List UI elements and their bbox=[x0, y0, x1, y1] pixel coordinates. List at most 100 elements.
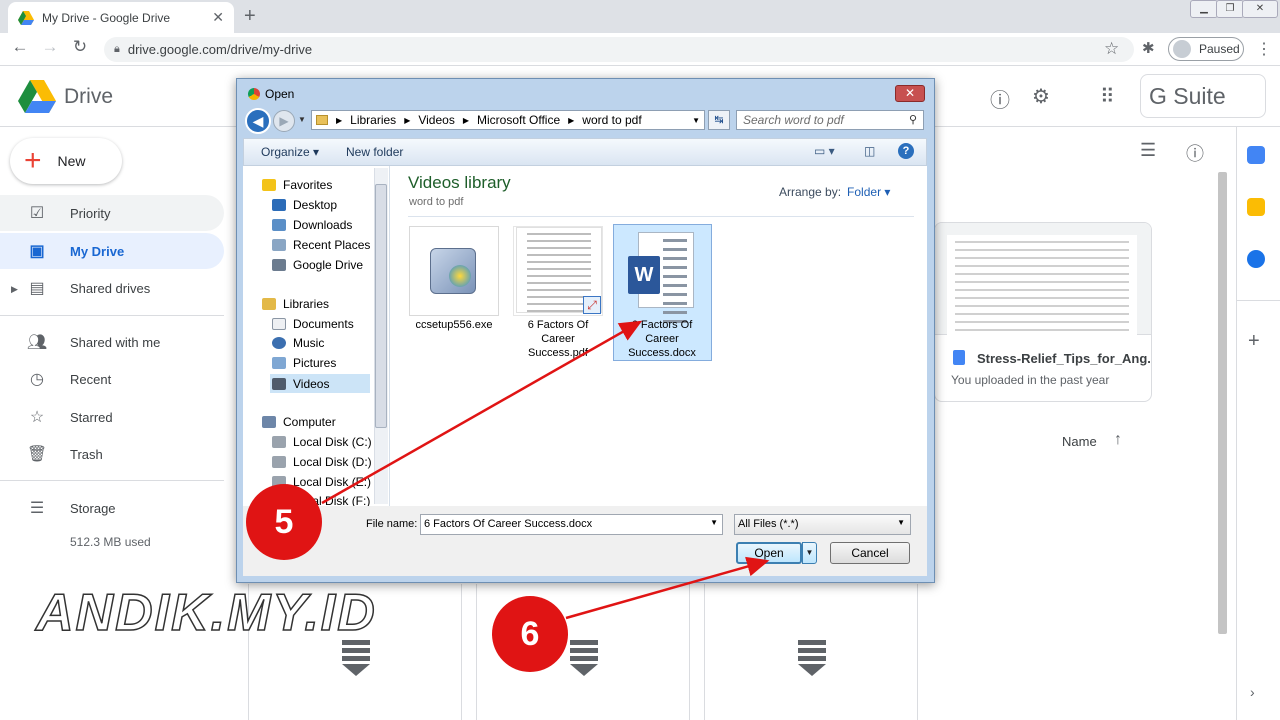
dialog-search-input[interactable]: Search word to pdf ⚲ bbox=[736, 110, 924, 130]
tasks-icon[interactable] bbox=[1247, 250, 1265, 268]
browser-menu-icon[interactable]: ⋮ bbox=[1256, 39, 1272, 59]
nav-downloads[interactable]: Downloads bbox=[272, 218, 352, 232]
cancel-button[interactable]: Cancel bbox=[830, 542, 910, 564]
my-drive-icon: ▣ bbox=[29, 243, 45, 260]
breadcrumb-item[interactable]: word to pdf bbox=[582, 113, 641, 127]
extensions-puzzle-icon[interactable]: ✱ bbox=[1142, 39, 1155, 57]
download-icon bbox=[570, 640, 598, 676]
search-placeholder: Search word to pdf bbox=[743, 113, 844, 127]
reload-icon[interactable]: ↻ bbox=[68, 37, 92, 57]
dialog-forward-icon[interactable]: ▶ bbox=[273, 110, 295, 132]
settings-gear-icon[interactable]: ⚙ bbox=[1032, 84, 1050, 109]
address-dropdown-icon[interactable]: ▼ bbox=[692, 116, 700, 125]
nav-local-disk-d[interactable]: Local Disk (D:) bbox=[272, 455, 372, 469]
list-view-icon[interactable]: ☰ bbox=[1140, 140, 1156, 161]
arrange-by[interactable]: Arrange by: Folder ▾ bbox=[779, 185, 890, 199]
nav-desktop[interactable]: Desktop bbox=[272, 198, 337, 212]
breadcrumb-item[interactable]: Videos bbox=[418, 113, 454, 127]
profile-status: Paused bbox=[1199, 42, 1240, 56]
avatar bbox=[1173, 40, 1191, 58]
sort-by-name[interactable]: Name bbox=[1062, 434, 1097, 449]
dialog-address-bar[interactable]: ▶ Libraries ▶ Videos ▶ Microsoft Office … bbox=[311, 110, 705, 130]
restore-button[interactable]: ❐ bbox=[1216, 0, 1244, 18]
search-icon[interactable]: ⚲ bbox=[909, 113, 917, 126]
profile-button[interactable]: Paused bbox=[1168, 37, 1244, 61]
nav-music[interactable]: Music bbox=[272, 336, 324, 350]
nav-favorites[interactable]: Favorites bbox=[262, 178, 332, 192]
forward-arrow-icon[interactable]: → bbox=[38, 37, 62, 57]
storage-label: Storage bbox=[70, 500, 116, 516]
nav-pictures[interactable]: Pictures bbox=[272, 356, 336, 370]
sort-up-arrow-icon[interactable]: ↑ bbox=[1114, 431, 1122, 449]
sidebar-item-trash[interactable]: 🗑︎ Trash bbox=[0, 436, 224, 472]
sidebar-item-recent[interactable]: ◷ Recent bbox=[0, 361, 224, 397]
main-scrollbar[interactable] bbox=[1218, 172, 1227, 634]
open-split-dropdown-icon[interactable]: ▼ bbox=[802, 542, 817, 564]
info-icon[interactable]: ⓘ bbox=[1186, 140, 1204, 166]
back-arrow-icon[interactable]: ← bbox=[8, 37, 32, 57]
expand-panel-chevron-icon[interactable]: › bbox=[1250, 684, 1255, 700]
storage-used-text: 512.3 MB used bbox=[70, 535, 151, 549]
chevron-down-icon: ▼ bbox=[897, 518, 905, 527]
nav-computer[interactable]: Computer bbox=[262, 415, 336, 429]
url-text: drive.google.com/drive/my-drive bbox=[127, 42, 313, 57]
sidebar-item-my-drive[interactable]: ▣ My Drive bbox=[0, 233, 224, 269]
sidebar-item-priority[interactable]: ☑ Priority bbox=[0, 195, 224, 231]
keep-icon[interactable] bbox=[1247, 198, 1265, 216]
star-icon: ☆ bbox=[29, 409, 45, 426]
sidebar-divider bbox=[0, 480, 224, 481]
download-icon bbox=[798, 640, 826, 676]
documents-icon bbox=[272, 318, 286, 330]
nav-google-drive[interactable]: Google Drive bbox=[272, 258, 363, 272]
dialog-back-icon[interactable]: ◀ bbox=[245, 108, 271, 134]
nav-local-disk-c[interactable]: Local Disk (C:) bbox=[272, 435, 372, 449]
nav-videos[interactable]: Videos bbox=[270, 374, 370, 393]
dialog-title: Open bbox=[265, 87, 295, 101]
nav-documents[interactable]: Documents bbox=[272, 317, 354, 331]
videos-icon bbox=[272, 377, 286, 390]
trash-icon: 🗑︎ bbox=[26, 446, 48, 463]
help-icon[interactable]: ⓘ bbox=[990, 84, 1010, 113]
address-bar[interactable]: 🔒︎ drive.google.com/drive/my-drive bbox=[104, 37, 1134, 62]
apps-grid-icon[interactable]: ⠿ bbox=[1100, 84, 1115, 109]
open-button[interactable]: Open bbox=[736, 542, 802, 564]
preview-pane-icon[interactable]: ◫ bbox=[864, 144, 875, 158]
sidebar-item-shared-with-me[interactable]: 👥︎ Shared with me bbox=[0, 324, 224, 360]
new-button[interactable]: + New bbox=[10, 138, 122, 184]
dialog-help-icon[interactable]: ? bbox=[898, 143, 914, 159]
calendar-icon[interactable] bbox=[1247, 146, 1265, 164]
sidebar-item-shared-drives[interactable]: ▤ Shared drives bbox=[0, 270, 224, 306]
history-dropdown-icon[interactable]: ▼ bbox=[298, 115, 306, 124]
breadcrumb-item[interactable]: Libraries bbox=[350, 113, 396, 127]
chevron-down-icon[interactable]: ▼ bbox=[710, 518, 718, 527]
tab-close-icon[interactable]: ✕ bbox=[212, 9, 224, 26]
nav-pane-scroll-thumb[interactable] bbox=[375, 184, 387, 428]
gsuite-logo[interactable]: G Suite bbox=[1140, 74, 1266, 118]
sidebar-item-label: Starred bbox=[70, 409, 113, 425]
file-card[interactable]: Stress-Relief_Tips_for_Ang... You upload… bbox=[934, 222, 1152, 402]
minimize-button[interactable]: ▁ bbox=[1190, 0, 1218, 18]
sidebar-item-label: Trash bbox=[70, 446, 103, 462]
nav-libraries[interactable]: Libraries bbox=[262, 297, 329, 311]
storage-icon: ☰ bbox=[29, 500, 45, 517]
new-tab-button[interactable]: + bbox=[244, 5, 256, 28]
window-close-button[interactable]: ✕ bbox=[1242, 0, 1278, 18]
add-addon-plus-icon[interactable]: + bbox=[1248, 330, 1260, 353]
bookmark-star-icon[interactable]: ☆ bbox=[1104, 39, 1119, 59]
new-folder-button[interactable]: New folder bbox=[346, 145, 403, 159]
file-name-input[interactable]: 6 Factors Of Career Success.docx ▼ bbox=[420, 514, 723, 535]
sidebar-item-starred[interactable]: ☆ Starred bbox=[0, 399, 224, 435]
sidebar-item-storage[interactable]: ☰ Storage bbox=[0, 490, 224, 526]
nav-recent-places[interactable]: Recent Places bbox=[272, 238, 370, 252]
dialog-close-button[interactable]: ✕ bbox=[895, 85, 925, 102]
breadcrumb-item[interactable]: Microsoft Office bbox=[477, 113, 560, 127]
drive-logo-icon bbox=[18, 80, 56, 113]
dialog-refresh-icon[interactable]: ↹ bbox=[708, 110, 730, 130]
browser-tab[interactable]: My Drive - Google Drive ✕ bbox=[8, 2, 234, 33]
computer-icon bbox=[262, 416, 276, 428]
organize-menu[interactable]: Organize ▾ bbox=[261, 145, 319, 159]
file-type-select[interactable]: All Files (*.*) ▼ bbox=[734, 514, 911, 535]
drive-product-name: Drive bbox=[64, 85, 114, 108]
recent-places-icon bbox=[272, 239, 286, 251]
change-view-icon[interactable]: ▭ ▾ bbox=[814, 144, 835, 158]
